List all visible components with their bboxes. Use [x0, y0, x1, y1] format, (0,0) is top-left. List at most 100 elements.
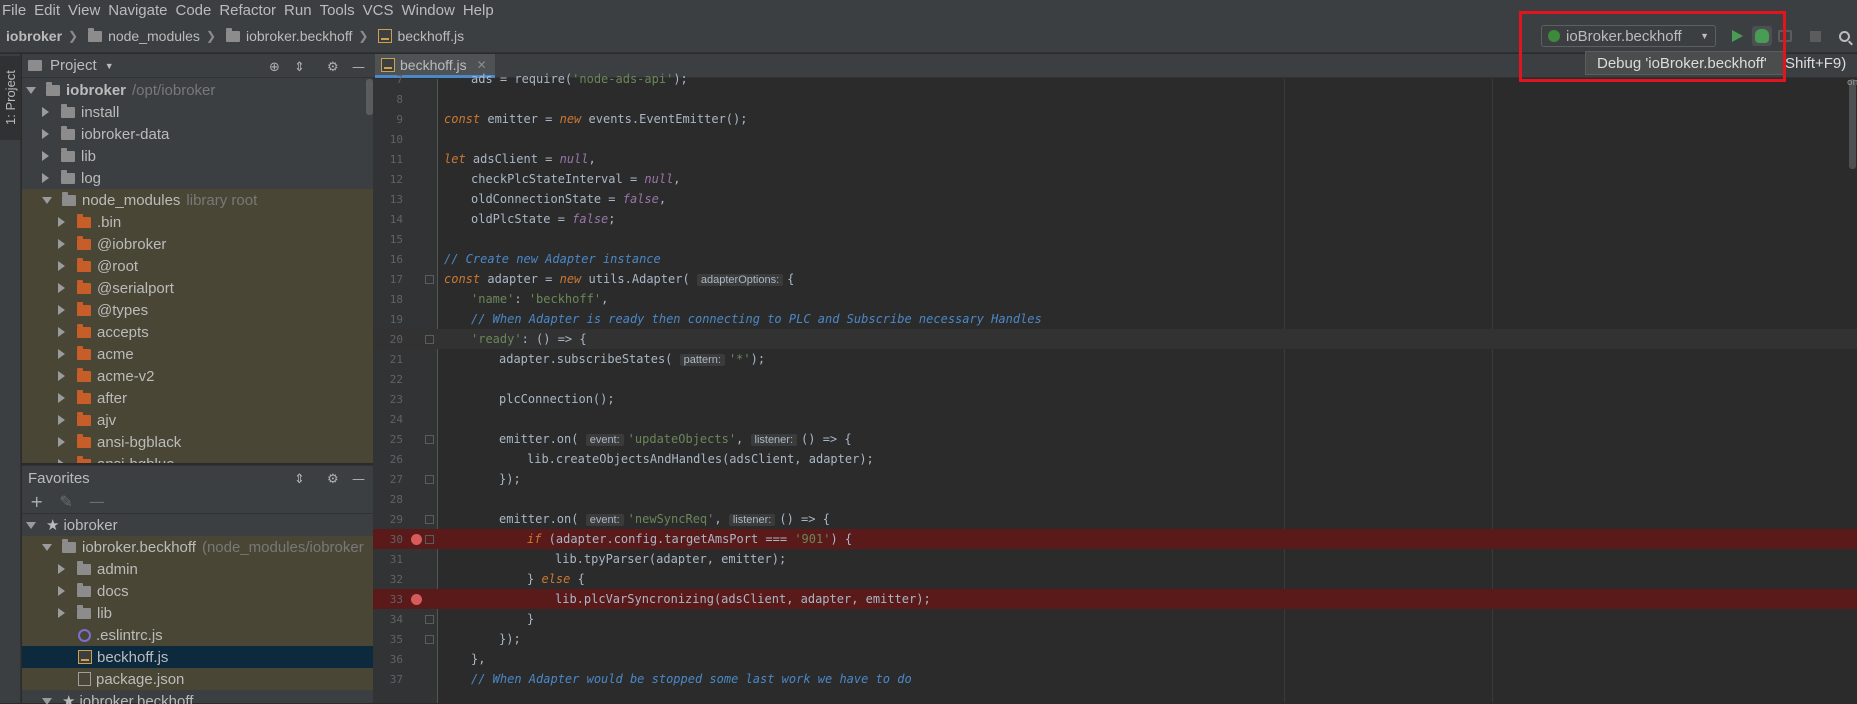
minimize-icon[interactable]: — — [352, 60, 365, 75]
locate-icon[interactable]: ⊕ — [269, 60, 280, 75]
fold-marker[interactable] — [425, 635, 434, 644]
favorites-folder[interactable]: lib — [22, 602, 373, 624]
tree-item-module[interactable]: ansi-bgblack — [22, 431, 373, 453]
search-everywhere-button[interactable] — [1836, 28, 1852, 44]
collapsed-arrow-icon — [58, 371, 65, 381]
code-line: 37// When Adapter would be stopped some … — [373, 669, 1857, 689]
expanded-arrow-icon — [42, 197, 52, 204]
run-configuration-select[interactable]: ioBroker.beckhoff ▼ — [1541, 25, 1716, 47]
debug-tooltip-shortcut-text: Shift+F9) — [1785, 55, 1846, 72]
tree-item-module[interactable]: ansi-bgblue — [22, 453, 373, 463]
breadcrumb-node-modules[interactable]: node_modules ❯ — [82, 28, 220, 44]
fold-marker[interactable] — [425, 435, 434, 444]
menu-file[interactable]: File — [0, 2, 30, 19]
favorites-bottom[interactable]: ★ iobroker.beckhoff — [22, 690, 373, 704]
breadcrumb-file-label: beckhoff.js — [397, 28, 464, 44]
editor-scrollbar[interactable] — [1849, 79, 1856, 169]
fold-marker[interactable] — [425, 275, 434, 284]
tree-item-node-modules[interactable]: node_modules library root — [22, 189, 373, 211]
gear-icon[interactable]: ⚙ — [327, 472, 339, 487]
expanded-arrow-icon — [26, 87, 36, 94]
menu-code[interactable]: Code — [171, 2, 215, 19]
run-with-coverage-button[interactable] — [1777, 28, 1793, 44]
breadcrumb-file[interactable]: beckhoff.js — [372, 28, 468, 44]
project-tool-window-tab[interactable]: 1: Project — [0, 56, 21, 140]
breakpoint-icon[interactable] — [411, 594, 422, 605]
favorites-root[interactable]: ★ iobroker — [22, 514, 373, 536]
menu-window[interactable]: Window — [397, 2, 458, 19]
expanded-arrow-icon — [26, 522, 36, 529]
line-number: 21 — [373, 353, 403, 366]
tree-item-module[interactable]: .bin — [22, 211, 373, 233]
tree-item-module[interactable]: accepts — [22, 321, 373, 343]
fold-marker[interactable] — [425, 615, 434, 624]
tree-item-module[interactable]: acme-v2 — [22, 365, 373, 387]
favorites-file-beckhoff[interactable]: beckhoff.js — [22, 646, 373, 668]
menu-view[interactable]: View — [64, 2, 104, 19]
tree-item-module[interactable]: @root — [22, 255, 373, 277]
menu-edit[interactable]: Edit — [30, 2, 64, 19]
collapsed-arrow-icon — [58, 327, 65, 337]
collapse-all-icon[interactable]: ⇕ — [294, 60, 305, 75]
menu-tools[interactable]: Tools — [316, 2, 359, 19]
stop-button[interactable] — [1807, 28, 1823, 44]
favorites-file-package-json[interactable]: package.json — [22, 668, 373, 690]
breadcrumb-root[interactable]: iobroker ❯ — [0, 28, 82, 44]
editor-overview-label: on — [1847, 78, 1857, 88]
breakpoint-icon[interactable] — [411, 534, 422, 545]
line-number: 31 — [373, 553, 403, 566]
tree-item-module[interactable]: after — [22, 387, 373, 409]
fold-marker[interactable] — [425, 535, 434, 544]
tree-item-lib[interactable]: lib — [22, 145, 373, 167]
favorites-folder[interactable]: admin — [22, 558, 373, 580]
minimize-icon[interactable]: — — [352, 472, 365, 487]
code-line: 36}, — [373, 649, 1857, 669]
tree-item-module[interactable]: acme — [22, 343, 373, 365]
menu-refactor[interactable]: Refactor — [215, 2, 280, 19]
debug-button[interactable] — [1752, 26, 1772, 46]
fold-marker[interactable] — [425, 515, 434, 524]
fold-marker[interactable] — [425, 335, 434, 344]
fold-marker[interactable] — [425, 475, 434, 484]
code-line: 11let adsClient = null, — [373, 149, 1857, 169]
menu-navigate[interactable]: Navigate — [104, 2, 171, 19]
chevron-down-icon: ▼ — [1700, 31, 1709, 41]
folder-icon — [77, 437, 91, 448]
line-number: 18 — [373, 293, 403, 306]
tree-item-iobroker-data[interactable]: iobroker-data — [22, 123, 373, 145]
favorites-project[interactable]: iobroker.beckhoff (node_modules/iobroker — [22, 536, 373, 558]
tree-item-module[interactable]: @serialport — [22, 277, 373, 299]
run-button[interactable] — [1729, 28, 1745, 44]
tree-item-label: @serialport — [97, 280, 174, 297]
tree-item-install[interactable]: install — [22, 101, 373, 123]
project-scrollbar[interactable] — [366, 79, 373, 115]
tree-root[interactable]: iobroker /opt/iobroker — [22, 79, 373, 101]
favorites-file-label: package.json — [96, 671, 184, 688]
menu-vcs[interactable]: VCS — [359, 2, 398, 19]
menu-run[interactable]: Run — [280, 2, 316, 19]
favorites-toolbar: + ✎ — — [22, 490, 373, 514]
tree-item-module[interactable]: @iobroker — [22, 233, 373, 255]
code-line: 8 — [373, 89, 1857, 109]
favorites-project-label: iobroker.beckhoff — [82, 539, 196, 556]
code-line: 18'name': 'beckhoff', — [373, 289, 1857, 309]
favorites-file-eslintrc[interactable]: .eslintrc.js — [22, 624, 373, 646]
debug-tooltip-shortcut: Shift+F9) — [1785, 51, 1846, 75]
project-panel-title[interactable]: Project — [50, 57, 97, 74]
chevron-down-icon[interactable]: ▼ — [105, 61, 114, 71]
menu-help[interactable]: Help — [459, 2, 498, 19]
code-line: 12checkPlcStateInterval = null, — [373, 169, 1857, 189]
collapsed-arrow-icon — [58, 586, 65, 596]
collapse-all-icon[interactable]: ⇕ — [294, 472, 305, 487]
tree-item-log[interactable]: log — [22, 167, 373, 189]
favorites-folder[interactable]: docs — [22, 580, 373, 602]
breadcrumb-project[interactable]: iobroker.beckhoff ❯ — [220, 28, 372, 44]
favorites-folder-label: lib — [97, 605, 112, 622]
tree-item-module[interactable]: ajv — [22, 409, 373, 431]
gear-icon[interactable]: ⚙ — [327, 60, 339, 75]
code-line: 31lib.tpyParser(adapter, emitter); — [373, 549, 1857, 569]
tree-item-module[interactable]: @types — [22, 299, 373, 321]
add-icon[interactable]: + — [30, 492, 43, 511]
collapsed-arrow-icon — [42, 107, 49, 117]
breadcrumb-project-label: iobroker.beckhoff — [246, 28, 352, 44]
